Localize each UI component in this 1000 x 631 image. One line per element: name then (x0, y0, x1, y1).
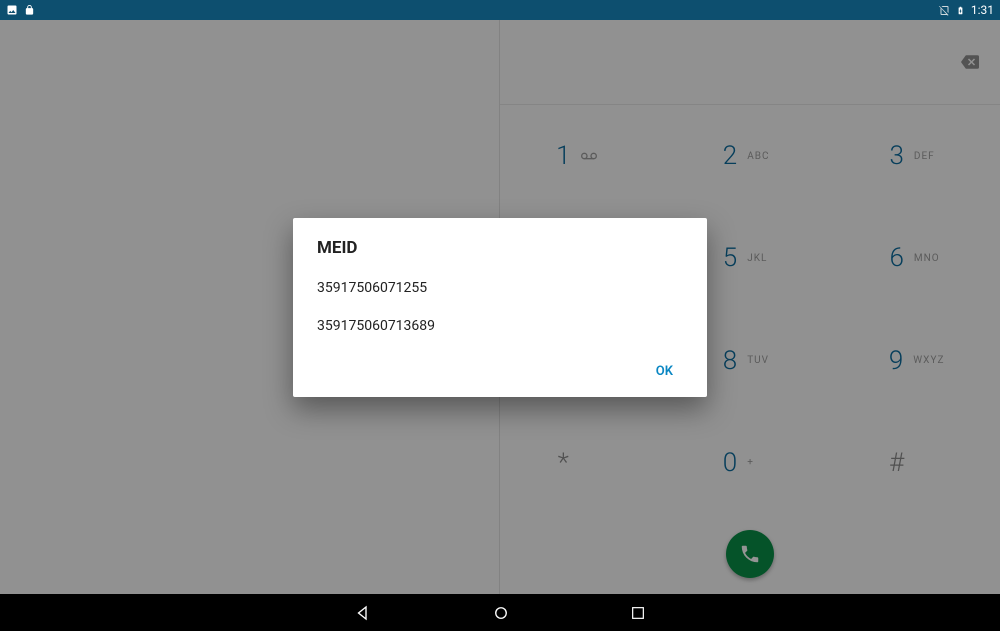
status-time: 1:31 (971, 3, 994, 17)
screenshot-icon (6, 4, 18, 16)
navigation-bar (0, 594, 1000, 631)
dialog-scrim[interactable]: MEID 35917506071255 359175060713689 OK (0, 20, 1000, 594)
status-bar: 1:31 (0, 0, 1000, 20)
battery-charging-icon (956, 4, 965, 17)
dialog-title: MEID (317, 238, 683, 258)
back-icon[interactable] (354, 604, 372, 622)
ok-button[interactable]: OK (646, 356, 683, 387)
no-sim-icon (938, 4, 950, 16)
meid-line-2: 359175060713689 (317, 318, 683, 334)
lock-icon (24, 4, 35, 16)
recents-icon[interactable] (630, 605, 646, 621)
home-icon[interactable] (492, 604, 510, 622)
meid-dialog: MEID 35917506071255 359175060713689 OK (293, 218, 707, 397)
meid-line-1: 35917506071255 (317, 280, 683, 296)
